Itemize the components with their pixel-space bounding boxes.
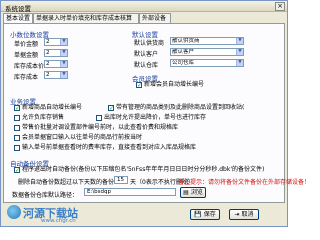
cancel-button[interactable]: ⇥ 取消 [229,209,259,220]
chevron-down-icon: ▼ [236,38,243,44]
auto-backup-label: 程序退出时自动备份(备份以下压缩包名'5nFss年年年月日日日时分分秒秒.dbk… [22,166,265,173]
watermark-url: www.cngr.cn [41,218,76,224]
browse-button[interactable]: ▤ 浏览 [180,187,206,198]
chevron-down-icon: ▼ [60,50,67,56]
checkbox-checked-icon: ✓ [14,167,21,174]
delete-days-warning: 备注提示：请勿将备份文件备份在外部存储设备！ [178,179,311,186]
checkbox-checked-icon: ✓ [14,105,21,112]
member-auto-number-checkbox[interactable]: ✓ 新增会员自动增长编号 [136,81,205,89]
decimal-label-unit-price: 单价金额 [14,41,39,48]
goods-auto-number-checkbox[interactable]: ✓ 新增商品自动增长编号 [14,104,83,112]
checkbox-icon [14,145,20,151]
save-button-label: 保存 [203,211,216,218]
decimal-value-stock-cost: 2 [46,72,50,78]
tab-panel: 小数位数设置 单价金额 2 ▼ 单据金额 2 ▼ 库存成本价 2 ▼ 库存成本 2 ▼ … [3,23,310,203]
checkbox-icon [14,125,20,131]
defaults-label-supplier: 默认供货商 [134,40,165,47]
backup-path-input[interactable]: E:\bsdqp [84,188,176,196]
delete-days-label: 删除自动备份数超过以下天数的备份： [18,179,121,186]
defaults-value-warehouse: 公司仓库 [172,60,195,66]
window-title: 系统设置 [5,5,31,13]
allow-negative-stock-checkbox[interactable]: 允许负库存销售 [14,115,64,121]
chevron-down-icon: ▼ [60,61,67,67]
decimal-select-stock-cost-price[interactable]: 2 ▼ [44,60,68,68]
decimal-label-stock-cost-price: 库存成本价 [14,63,45,70]
defaults-select-customer[interactable]: 散认客户 ▼ [170,48,244,56]
decimal-label-stock-cost: 库存成本 [14,74,39,81]
decimal-value-unit-price: 2 [46,39,50,45]
cancel-button-label: 取消 [241,211,254,218]
auto-backup-checkbox[interactable]: ✓ 程序退出时自动备份(备份以下压缩包名'5nFss年年年月日日日时分分秒秒.db… [14,166,265,174]
defaults-label-customer: 默认客户 [134,51,159,58]
watermark: 河源下载站 www.cngr.cn [7,205,137,225]
checkbox-icon [14,135,20,141]
allow-negative-stock-label: 允许负库存销售 [22,114,65,121]
checkbox-checked-icon: ✓ [136,82,143,89]
defaults-select-supplier[interactable]: 散认供货商 ▼ [170,37,244,45]
decimal-value-stock-cost-price: 2 [46,61,50,67]
folder-icon: ▤ [183,189,189,196]
deleted-goods-recycle-label: 带有管理的商品类别及此删除商品设置到回收站( [116,104,245,111]
save-button[interactable]: 💾 保存 [190,209,220,220]
close-button[interactable]: × [275,2,285,11]
browse-button-label: 浏览 [190,189,203,196]
defaults-select-warehouse[interactable]: 公司仓库 ▼ [170,59,244,67]
num-note-label: 输入单号前单据查看时的费率库存，直接查看到对应入库品规格库 [22,144,197,151]
sale-price-memory-checkbox[interactable]: 出库时允许提出降价，单号也进行库存 [96,115,206,121]
num-note-checkbox[interactable]: 输入单号前单据查看时的费率库存，直接查看到对应入库品规格库 [14,145,196,151]
decimal-value-doc-amount: 2 [46,50,50,56]
chevron-down-icon: ▼ [60,39,67,45]
delete-days-input[interactable]: 15 [114,176,128,184]
decimal-select-stock-cost[interactable]: 2 ▼ [44,71,68,79]
backup-path-label: 数据备份仓库默认路径： [12,192,79,199]
watermark-logo-icon [7,205,21,219]
defaults-label-warehouse: 默认仓库 [134,62,159,69]
checkbox-icon [14,115,20,121]
tab-document-entry[interactable]: 单据录入时单价填充和库存成本核算 [33,13,139,23]
chevron-down-icon: ▼ [236,60,243,66]
add-slip-one-line-label: 会员单据窗口输入以往单号的商品行前按当时 [22,134,143,141]
exit-icon: ⇥ [234,211,240,218]
checkbox-icon [96,115,102,121]
add-slip-one-line-checkbox[interactable]: 会员单据窗口输入以往单号的商品行前按当时 [14,135,142,141]
decimal-select-unit-price[interactable]: 2 ▼ [44,38,68,46]
chevron-down-icon: ▼ [236,49,243,55]
decimal-select-doc-amount[interactable]: 2 ▼ [44,49,68,57]
tab-external-devices[interactable]: 外部设备 [139,13,171,23]
spec-multi-line-label: 带售价批量对调设置部件编号前时，以此查看价费和规格库 [22,124,179,131]
defaults-value-supplier: 散认供货商 [172,38,200,44]
goods-auto-number-label: 新增商品自动增长编号 [22,104,83,111]
titlebar: 系统设置 × [1,1,287,13]
settings-window: 系统设置 × 基本设置 单据录入时单价填充和库存成本核算 外部设备 小数位数设置… [0,0,310,227]
checkbox-checked-icon: ✓ [108,105,115,112]
sale-price-memory-label: 出库时允许提出降价，单号也进行库存 [104,114,207,121]
save-icon: 💾 [194,211,202,218]
chevron-down-icon: ▼ [60,72,67,78]
decimal-label-doc-amount: 单据金额 [14,52,39,59]
defaults-value-customer: 散认客户 [172,49,195,55]
spec-multi-line-checkbox[interactable]: 带售价批量对调设置部件编号前时，以此查看价费和规格库 [14,125,178,131]
deleted-goods-recycle-checkbox[interactable]: ✓ 带有管理的商品类别及此删除商品设置到回收站( [108,104,245,112]
member-auto-number-label: 新增会员自动增长编号 [144,81,205,88]
